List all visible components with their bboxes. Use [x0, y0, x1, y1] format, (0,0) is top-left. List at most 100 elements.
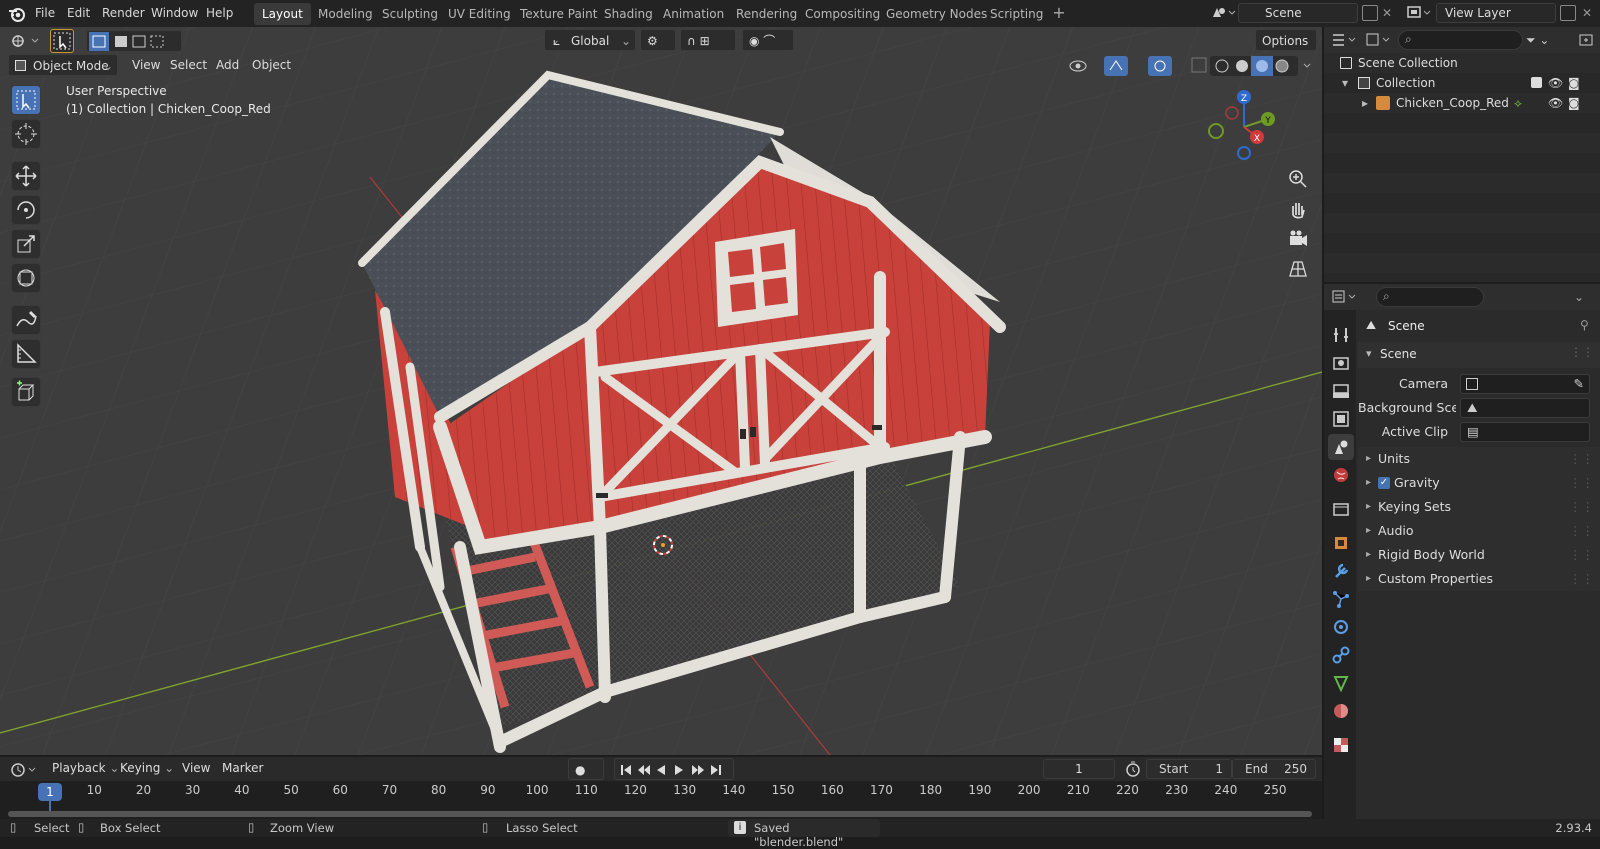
- drag-handle-icon[interactable]: ⋮⋮: [1569, 519, 1594, 543]
- tab-scripting[interactable]: Scripting: [982, 3, 1051, 25]
- properties-search-input[interactable]: ⌕: [1376, 287, 1484, 307]
- menu-view[interactable]: View: [126, 54, 166, 76]
- drag-handle-icon[interactable]: ⋮⋮: [1569, 447, 1594, 471]
- texture-tab-icon[interactable]: [1328, 732, 1354, 758]
- measure-tool[interactable]: [11, 339, 41, 369]
- menu-marker[interactable]: Marker: [216, 757, 269, 779]
- use-preview-range-icon[interactable]: [1124, 760, 1142, 778]
- scene-panel-header[interactable]: ▾ Scene ⋮⋮: [1358, 342, 1600, 368]
- pivot-point-dropdown[interactable]: ⚙: [640, 29, 676, 51]
- tab-shading[interactable]: Shading: [596, 3, 661, 25]
- close-scene-icon[interactable]: ✕: [1382, 3, 1396, 23]
- view-layer-icon[interactable]: [1404, 3, 1432, 23]
- units-panel-header[interactable]: ▸ Units ⋮⋮: [1358, 447, 1600, 471]
- tab-uv-editing[interactable]: UV Editing: [440, 3, 519, 25]
- move-tool[interactable]: [11, 161, 41, 191]
- collection-checkbox[interactable]: [1531, 77, 1542, 88]
- scale-tool[interactable]: [11, 229, 41, 259]
- add-cube-tool[interactable]: [11, 377, 41, 407]
- tweak-select-tool[interactable]: [11, 85, 41, 115]
- menu-help[interactable]: Help: [200, 0, 239, 27]
- world-tab-icon[interactable]: [1328, 462, 1354, 488]
- tab-geometry-nodes[interactable]: Geometry Nodes: [878, 3, 995, 25]
- outliner-row-object[interactable]: ▸ Chicken_Coop_Red ⟡ 👁 ◙: [1324, 93, 1600, 113]
- physics-tab-icon[interactable]: [1328, 614, 1354, 640]
- menu-keying[interactable]: Keying ⌄: [114, 757, 180, 779]
- view-layer-field[interactable]: View Layer: [1436, 3, 1556, 23]
- drag-handle-icon[interactable]: ⋮⋮: [1569, 543, 1594, 567]
- camera-icon[interactable]: ◙: [1568, 93, 1580, 113]
- menu-render[interactable]: Render: [96, 0, 151, 27]
- add-workspace-icon[interactable]: +: [1050, 4, 1068, 22]
- current-frame-field[interactable]: 1: [1043, 759, 1115, 779]
- tab-animation[interactable]: Animation: [655, 3, 732, 25]
- drag-handle-icon[interactable]: ⋮⋮: [1569, 567, 1594, 591]
- 3d-viewport[interactable]: Global ⟀ ⌄ ⚙ ∩ ⊞ ◉ ⌒ Options ⌄ Object Mo…: [0, 27, 1322, 755]
- scene-tab-icon[interactable]: [1328, 434, 1354, 460]
- chevron-down-icon[interactable]: ⌄: [1574, 287, 1592, 307]
- display-mode-icon[interactable]: [1364, 30, 1394, 50]
- camera-icon[interactable]: ◙: [1568, 73, 1580, 93]
- report-message[interactable]: i Saved "blender.blend": [728, 819, 880, 849]
- menu-add[interactable]: Add: [210, 54, 245, 76]
- blender-logo-icon[interactable]: [8, 5, 26, 23]
- drag-handle-icon[interactable]: ⋮⋮: [1569, 495, 1594, 519]
- active-clip-field[interactable]: ▤: [1460, 422, 1590, 442]
- particles-tab-icon[interactable]: [1328, 586, 1354, 612]
- new-view-layer-icon[interactable]: [1560, 5, 1576, 21]
- menu-timeline-view[interactable]: View: [176, 757, 216, 779]
- tool-tab-icon[interactable]: [1328, 322, 1354, 348]
- pin-icon[interactable]: ⚲: [1580, 318, 1589, 332]
- outliner-row-collection[interactable]: ▾ Collection 👁 ◙: [1324, 73, 1600, 93]
- modifier-tab-icon[interactable]: [1328, 558, 1354, 584]
- menu-edit[interactable]: Edit: [61, 0, 96, 27]
- timeline-scrollbar[interactable]: [8, 811, 1312, 817]
- timeline-ruler[interactable]: 10 20 30 40 50 60 70 80 90 100 110 120 130 140 150 160 1…: [0, 781, 1322, 819]
- view-layer-tab-icon[interactable]: [1328, 406, 1354, 432]
- audio-panel-header[interactable]: ▸ Audio ⋮⋮: [1358, 519, 1600, 543]
- eye-icon[interactable]: 👁: [1548, 73, 1563, 93]
- tab-rendering[interactable]: Rendering: [728, 3, 805, 25]
- scene-selector-icon[interactable]: [1208, 3, 1236, 23]
- cursor-tool[interactable]: [11, 119, 41, 149]
- tab-layout[interactable]: Layout: [254, 3, 311, 25]
- timeline-editor-icon[interactable]: [8, 759, 40, 781]
- eyedropper-icon[interactable]: ✎: [1574, 375, 1584, 393]
- properties-editor-icon[interactable]: [1330, 287, 1360, 307]
- background-scene-field[interactable]: ⛰: [1460, 398, 1590, 418]
- close-view-layer-icon[interactable]: ✕: [1582, 3, 1596, 23]
- scene-name-field[interactable]: Scene: [1238, 3, 1358, 23]
- eye-icon[interactable]: 👁: [1548, 93, 1563, 113]
- outliner-row-scene-collection[interactable]: Scene Collection: [1324, 53, 1600, 73]
- custom-properties-panel-header[interactable]: ▸ Custom Properties ⋮⋮: [1358, 567, 1600, 591]
- object-mode-dropdown[interactable]: Object Mode ⌄: [8, 54, 118, 76]
- perspective-grid-icon[interactable]: [1284, 255, 1312, 283]
- camera-view-icon[interactable]: [1284, 225, 1312, 253]
- start-frame-field[interactable]: Start 1: [1146, 759, 1232, 779]
- rigid-body-world-panel-header[interactable]: ▸ Rigid Body World ⋮⋮: [1358, 543, 1600, 567]
- selection-mode-buttons[interactable]: [86, 30, 182, 52]
- playhead[interactable]: 1: [38, 783, 62, 801]
- expand-arrow-icon[interactable]: ▾: [1342, 73, 1348, 93]
- auto-keying-toggle[interactable]: ● ⌄: [568, 758, 604, 799]
- expand-arrow-icon[interactable]: ▸: [1362, 93, 1368, 113]
- output-tab-icon[interactable]: [1328, 378, 1354, 404]
- proportional-editing-toggle[interactable]: ◉ ⌒: [742, 29, 794, 51]
- tab-texture-paint[interactable]: Texture Paint: [512, 3, 605, 25]
- filter-icon[interactable]: ⏷ ⌄: [1526, 30, 1556, 50]
- drag-handle-icon[interactable]: ⋮⋮: [1569, 471, 1594, 495]
- constraints-tab-icon[interactable]: [1328, 642, 1354, 668]
- render-tab-icon[interactable]: [1328, 350, 1354, 376]
- new-scene-icon[interactable]: [1362, 5, 1378, 21]
- gravity-panel-header[interactable]: ▸ ✓ Gravity ⋮⋮: [1358, 471, 1600, 495]
- data-tab-icon[interactable]: [1328, 670, 1354, 696]
- camera-field[interactable]: ✎: [1460, 374, 1590, 394]
- menu-select[interactable]: Select: [164, 54, 213, 76]
- tab-compositing[interactable]: Compositing: [797, 3, 888, 25]
- transform-tool[interactable]: [11, 263, 41, 293]
- collection-tab-icon[interactable]: [1328, 496, 1354, 522]
- end-frame-field[interactable]: End 250: [1232, 759, 1316, 779]
- annotate-tool[interactable]: [11, 305, 41, 335]
- transform-orientation-dropdown[interactable]: Global ⟀ ⌄: [544, 29, 636, 51]
- new-collection-icon[interactable]: [1576, 30, 1596, 50]
